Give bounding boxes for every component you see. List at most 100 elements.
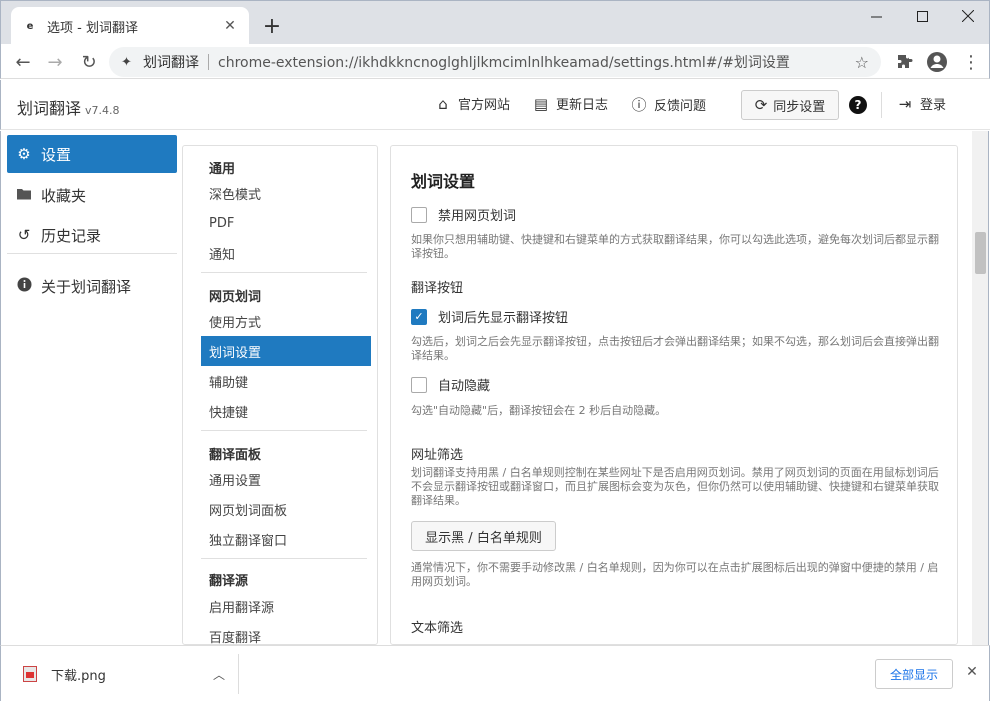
arrow-left-icon: ← [15,51,31,73]
bookmark-star-icon[interactable]: ☆ [855,53,869,72]
nav-item-shortcuts[interactable]: 快捷键 [201,396,371,426]
help-icon[interactable]: ? [849,96,867,114]
disable-web-selection-checkbox[interactable] [411,206,427,223]
forward-button[interactable]: → [41,48,69,76]
nav-group-title: 翻译源 [209,574,249,589]
window-close-button[interactable] [945,1,990,31]
feedback-label: 反馈问题 [654,99,707,114]
chevron-up-icon[interactable]: ︿ [209,666,229,683]
sidebar-item-history[interactable]: ↺ 历史记录 [7,216,177,254]
option-description: 勾选"自动隐藏"后，翻译按钮会在 2 秒后自动隐藏。 [411,404,667,417]
app-header: 划词翻译 v7.4.8 ⌂ 官方网站 ▤ 更新日志 ⓘ 反馈问题 ⟳ 同步设置 ?… [0,80,990,130]
page-scrollbar[interactable] [972,131,989,645]
section-subtitle: 文本筛选 [411,621,464,636]
login-icon: ⇥ [898,94,912,113]
nav-item-general-settings[interactable]: 通用设置 [201,464,371,494]
auto-hide-option[interactable]: 自动隐藏 [411,375,490,394]
official-site-label: 官方网站 [458,98,511,113]
close-downloads-bar-icon[interactable]: ✕ [961,661,983,683]
download-item[interactable]: 下载.png ︿ [11,654,237,694]
app-title: 划词翻译 v7.4.8 [17,95,120,119]
gear-icon: ⚙ [17,145,31,163]
sidebar-item-label: 收藏夹 [41,186,87,205]
puzzle-icon [898,55,913,68]
profile-button[interactable] [923,48,951,76]
nav-item-selection-settings[interactable]: 划词设置 [201,336,371,366]
sidebar-divider [7,253,177,254]
nav-item-web-panel[interactable]: 网页划词面板 [201,494,371,524]
extension-favicon-icon: e [26,20,34,32]
puzzle-icon: ✦ [121,54,132,70]
header-divider [881,92,882,118]
alert-circle-icon: ⓘ [631,96,647,114]
login-link[interactable]: ⇥ 登录 [895,94,947,114]
browser-tab[interactable]: e 选项 - 划词翻译 ✕ [11,7,249,45]
document-icon: ▤ [533,94,549,113]
show-all-downloads-button[interactable]: 全部显示 [875,659,953,689]
checkbox-label: 自动隐藏 [438,379,491,394]
app-name: 划词翻译 [17,99,82,118]
nav-divider [201,272,367,273]
disable-web-selection-option[interactable]: 禁用网页划词 [411,205,516,224]
nav-group-title: 翻译面板 [209,448,262,463]
nav-item-enable-sources[interactable]: 启用翻译源 [201,591,371,621]
downloads-separator [238,654,239,694]
option-description: 如果你只想用辅助键、快捷键和右键菜单的方式获取翻译结果，你可以勾选此选项，避免每… [411,233,939,260]
app-version: v7.4.8 [85,104,120,117]
home-icon: ⌂ [438,94,448,113]
browser-toolbar: ← → ↻ ✦ 划词翻译 chrome-extension://ikhdkknc… [0,44,990,79]
login-label: 登录 [920,98,947,113]
feedback-link[interactable]: ⓘ 反馈问题 [629,94,706,115]
changelog-link[interactable]: ▤ 更新日志 [531,94,609,114]
sync-settings-button[interactable]: ⟳ 同步设置 [741,90,839,120]
close-icon [962,10,974,22]
tab-title: 选项 - 划词翻译 [47,20,138,36]
tab-close-icon[interactable]: ✕ [221,17,239,35]
sidebar: ⚙ 设置 收藏夹 ↺ 历史记录 关于划词翻译 [0,131,182,645]
nav-item-standalone-window[interactable]: 独立翻译窗口 [201,524,371,554]
show-button-first-checkbox[interactable]: ✓ [411,308,427,325]
nav-item-usage[interactable]: 使用方式 [201,306,371,336]
changelog-label: 更新日志 [556,98,609,113]
official-site-link[interactable]: ⌂ 官方网站 [433,94,511,114]
nav-item-dark-mode[interactable]: 深色模式 [201,178,371,208]
omnibox-url[interactable]: chrome-extension://ikhdkkncnoglghljlkmci… [218,52,855,72]
window-minimize-button[interactable] [853,1,899,31]
nav-item-notification[interactable]: 通知 [201,238,371,268]
sidebar-item-favorites[interactable]: 收藏夹 [7,176,177,214]
option-description: 勾选后，划词之后会先显示翻译按钮，点击按钮后才会弹出翻译结果；如果不勾选，那么划… [411,335,939,362]
nav-item-pdf[interactable]: PDF [201,208,371,238]
back-button[interactable]: ← [9,48,37,76]
browser-titlebar: e 选项 - 划词翻译 ✕ + [0,0,990,45]
sync-label: 同步设置 [773,99,826,115]
show-button-first-option[interactable]: ✓ 划词后先显示翻译按钮 [411,307,568,326]
omnibox-site-name: 划词翻译 [143,55,199,71]
nav-divider [201,430,367,431]
nav-item-modifier-keys[interactable]: 辅助键 [201,366,371,396]
sidebar-item-about[interactable]: 关于划词翻译 [7,267,177,305]
download-file-name: 下载.png [51,668,106,684]
reload-button[interactable]: ↻ [75,48,103,76]
settings-main-panel: 划词设置 禁用网页划词 如果你只想用辅助键、快捷键和右键菜单的方式获取翻译结果，… [390,145,958,645]
checkbox-label: 禁用网页划词 [438,209,517,224]
image-file-icon [23,666,37,682]
checkbox-label: 划词后先显示翻译按钮 [438,311,569,326]
extensions-button[interactable] [891,48,919,76]
nav-item-baidu-translate[interactable]: 百度翻译 [201,621,371,645]
browser-menu-button[interactable]: ⋮ [957,48,985,76]
info-icon [15,277,33,296]
page-title: 划词设置 [411,172,476,191]
scrollbar-thumb[interactable] [975,232,986,274]
history-icon: ↺ [17,226,31,244]
minimize-icon [870,16,882,17]
option-description: 通常情况下，你不需要手动修改黑 / 白名单规则，因为你可以在点击扩展图标后出现的… [411,561,939,588]
auto-hide-checkbox[interactable] [411,376,427,393]
new-tab-button[interactable]: + [259,13,285,39]
nav-divider [201,558,367,559]
sidebar-item-settings[interactable]: ⚙ 设置 [7,135,177,173]
show-blacklist-rules-button[interactable]: 显示黑 / 白名单规则 [411,521,556,551]
nav-group-title: 网页划词 [209,290,262,305]
address-bar[interactable]: ✦ 划词翻译 chrome-extension://ikhdkkncnoglgh… [109,47,881,77]
window-maximize-button[interactable] [899,1,945,31]
kebab-menu-icon: ⋮ [962,51,980,73]
